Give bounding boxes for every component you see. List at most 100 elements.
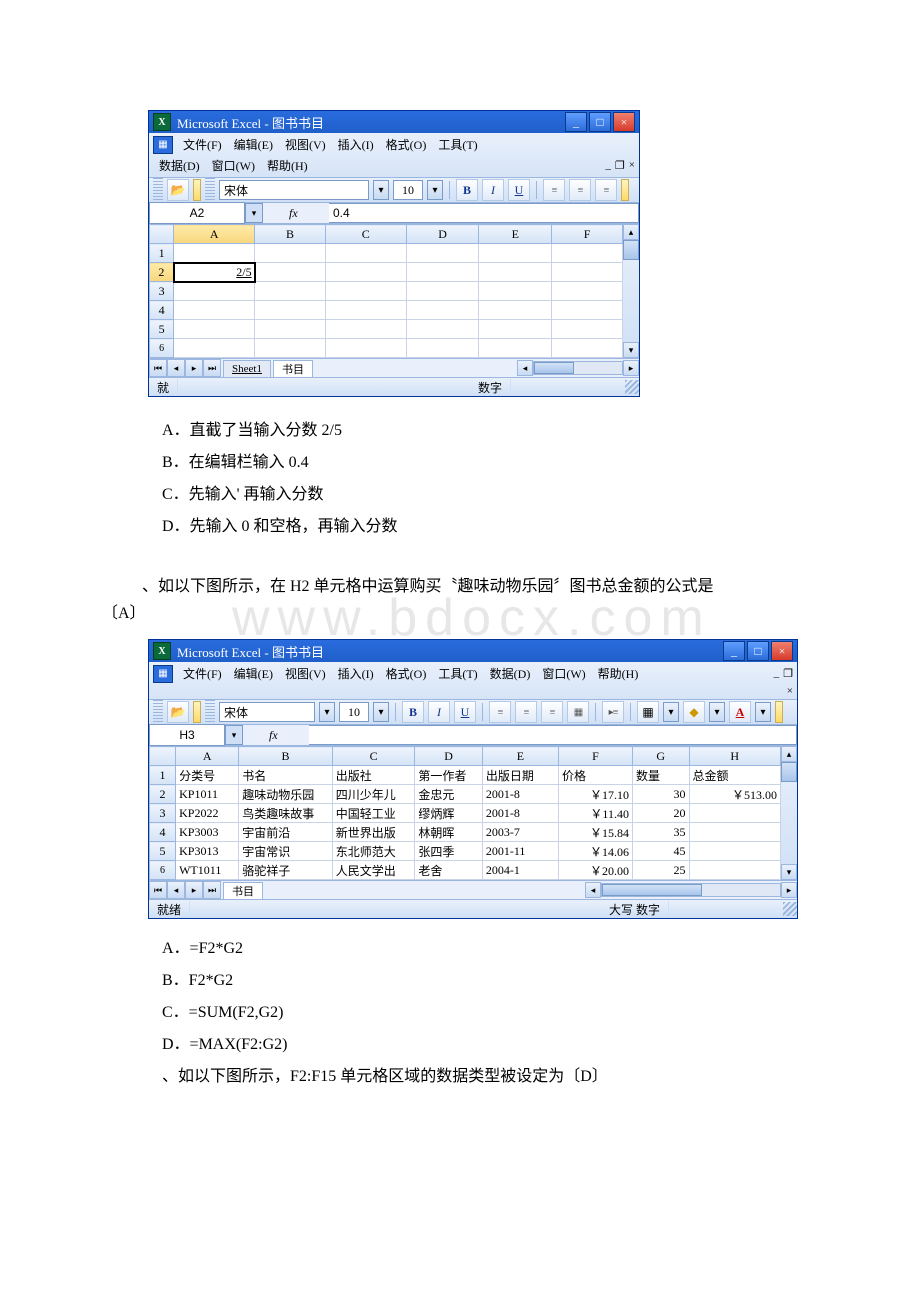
cell[interactable]: 骆驼祥子 — [239, 861, 333, 880]
sheet-nav-first-icon[interactable]: ⏮ — [149, 359, 167, 377]
sheet-tab-active[interactable]: 书目 — [223, 882, 263, 899]
cell[interactable]: 新世界出版 — [332, 823, 415, 842]
align-right-button[interactable]: ≡ — [595, 179, 617, 201]
menu-file[interactable]: 文件(F) — [177, 135, 228, 154]
cell[interactable]: 20 — [632, 804, 689, 823]
cell[interactable]: 2001-8 — [482, 785, 558, 804]
cell[interactable]: 2003-7 — [482, 823, 558, 842]
doc-restore-button[interactable]: ❐ — [615, 159, 625, 172]
cell[interactable]: 宇宙前沿 — [239, 823, 333, 842]
scroll-track[interactable] — [781, 782, 797, 864]
row-header[interactable]: 1 — [150, 766, 176, 785]
align-center-button[interactable]: ≡ — [569, 179, 591, 201]
select-all-button[interactable] — [150, 747, 176, 766]
sheet-nav-first-icon[interactable]: ⏮ — [149, 881, 167, 899]
col-header-A[interactable]: A — [174, 225, 255, 244]
cell[interactable]: 出版日期 — [482, 766, 558, 785]
menu-tools[interactable]: 工具(T) — [432, 135, 483, 154]
col-header-D[interactable]: D — [406, 225, 479, 244]
cell[interactable]: ￥20.00 — [559, 861, 633, 880]
name-box[interactable] — [149, 202, 245, 224]
name-box[interactable] — [149, 724, 225, 746]
col-header-C[interactable]: C — [332, 747, 415, 766]
cell[interactable]: 30 — [632, 785, 689, 804]
window-minimize-button[interactable]: _ — [723, 641, 745, 661]
bold-button[interactable]: B — [456, 179, 478, 201]
row-header[interactable]: 2 — [150, 785, 176, 804]
cell[interactable]: 书名 — [239, 766, 333, 785]
menu-data[interactable]: 数据(D) — [484, 664, 537, 683]
name-box-dropdown-icon[interactable]: ▾ — [225, 725, 243, 745]
select-all-button[interactable] — [150, 225, 174, 244]
fill-color-button[interactable]: ◆ — [683, 701, 705, 723]
doc-close-button[interactable]: × — [787, 685, 793, 697]
horizontal-scrollbar[interactable]: ◂ ▸ — [517, 360, 639, 376]
align-left-button[interactable]: ≡ — [489, 701, 511, 723]
formula-bar[interactable] — [329, 203, 639, 223]
scroll-down-icon[interactable]: ▾ — [781, 864, 797, 880]
row-header[interactable]: 2 — [150, 263, 174, 282]
menu-data[interactable]: 数据(D) — [153, 156, 206, 175]
menu-tools[interactable]: 工具(T) — [432, 664, 483, 683]
doc-restore-button[interactable]: ❐ — [783, 667, 793, 680]
underline-button[interactable]: U — [454, 701, 476, 723]
col-header-F[interactable]: F — [559, 747, 633, 766]
menu-view[interactable]: 视图(V) — [279, 664, 332, 683]
row-header[interactable]: 5 — [150, 842, 176, 861]
cell[interactable]: 25 — [632, 861, 689, 880]
cell[interactable] — [689, 842, 780, 861]
cell[interactable]: ￥14.06 — [559, 842, 633, 861]
menu-edit[interactable]: 编辑(E) — [228, 135, 279, 154]
row-header[interactable]: 3 — [150, 282, 174, 301]
merge-center-button[interactable]: ▦ — [567, 701, 589, 723]
align-left-button[interactable]: ≡ — [543, 179, 565, 201]
cell[interactable]: 分类号 — [176, 766, 239, 785]
italic-button[interactable]: I — [428, 701, 450, 723]
row-header[interactable]: 1 — [150, 244, 174, 263]
col-header-B[interactable]: B — [239, 747, 333, 766]
col-header-G[interactable]: G — [632, 747, 689, 766]
cell[interactable]: 趣味动物乐园 — [239, 785, 333, 804]
active-cell[interactable]: 2/5 — [174, 263, 255, 282]
horizontal-scrollbar[interactable]: ◂ ▸ — [585, 882, 797, 898]
scroll-left-icon[interactable]: ◂ — [517, 360, 533, 376]
menu-window[interactable]: 窗口(W) — [206, 156, 261, 175]
doc-minimize-button[interactable]: _ — [774, 667, 780, 680]
font-size-selector[interactable]: 10 — [393, 180, 423, 200]
cell[interactable]: KP3003 — [176, 823, 239, 842]
cell[interactable]: ￥17.10 — [559, 785, 633, 804]
cell[interactable]: 林朝晖 — [415, 823, 482, 842]
cell[interactable]: KP1011 — [176, 785, 239, 804]
cell[interactable] — [689, 823, 780, 842]
cell[interactable]: 张四季 — [415, 842, 482, 861]
menu-insert[interactable]: 插入(I) — [332, 664, 380, 683]
toolbar-handle[interactable] — [153, 700, 163, 724]
row-header[interactable]: 4 — [150, 823, 176, 842]
row-header[interactable]: 5 — [150, 320, 174, 339]
menu-format[interactable]: 格式(O) — [380, 664, 433, 683]
sheet-nav-next-icon[interactable]: ▸ — [185, 881, 203, 899]
menu-help[interactable]: 帮助(H) — [592, 664, 645, 683]
cell[interactable]: 中国轻工业 — [332, 804, 415, 823]
sheet-nav-next-icon[interactable]: ▸ — [185, 359, 203, 377]
font-name-dropdown-icon[interactable]: ▾ — [373, 180, 389, 200]
toolbar-handle-2[interactable] — [205, 700, 215, 724]
scroll-thumb[interactable] — [781, 762, 797, 782]
spreadsheet-grid[interactable]: A B C D E F 1 2 2/5 3 4 5 6 — [149, 224, 623, 358]
sheet-nav-last-icon[interactable]: ⏭ — [203, 881, 221, 899]
cell[interactable]: 金忠元 — [415, 785, 482, 804]
cell[interactable]: ￥11.40 — [559, 804, 633, 823]
scroll-up-icon[interactable]: ▴ — [781, 746, 797, 762]
font-size-dropdown-icon[interactable]: ▾ — [427, 180, 443, 200]
doc-menu-icon[interactable]: ▦ — [153, 665, 173, 683]
col-header-F[interactable]: F — [552, 225, 623, 244]
toolbar-overflow[interactable] — [193, 179, 201, 201]
window-close-button[interactable]: × — [613, 112, 635, 132]
cell[interactable]: WT1011 — [176, 861, 239, 880]
col-header-E[interactable]: E — [482, 747, 558, 766]
cell[interactable]: ￥513.00 — [689, 785, 780, 804]
cell[interactable]: 2001-11 — [482, 842, 558, 861]
toolbar-handle-2[interactable] — [205, 178, 215, 202]
menu-window[interactable]: 窗口(W) — [536, 664, 591, 683]
sheet-nav-prev-icon[interactable]: ◂ — [167, 359, 185, 377]
